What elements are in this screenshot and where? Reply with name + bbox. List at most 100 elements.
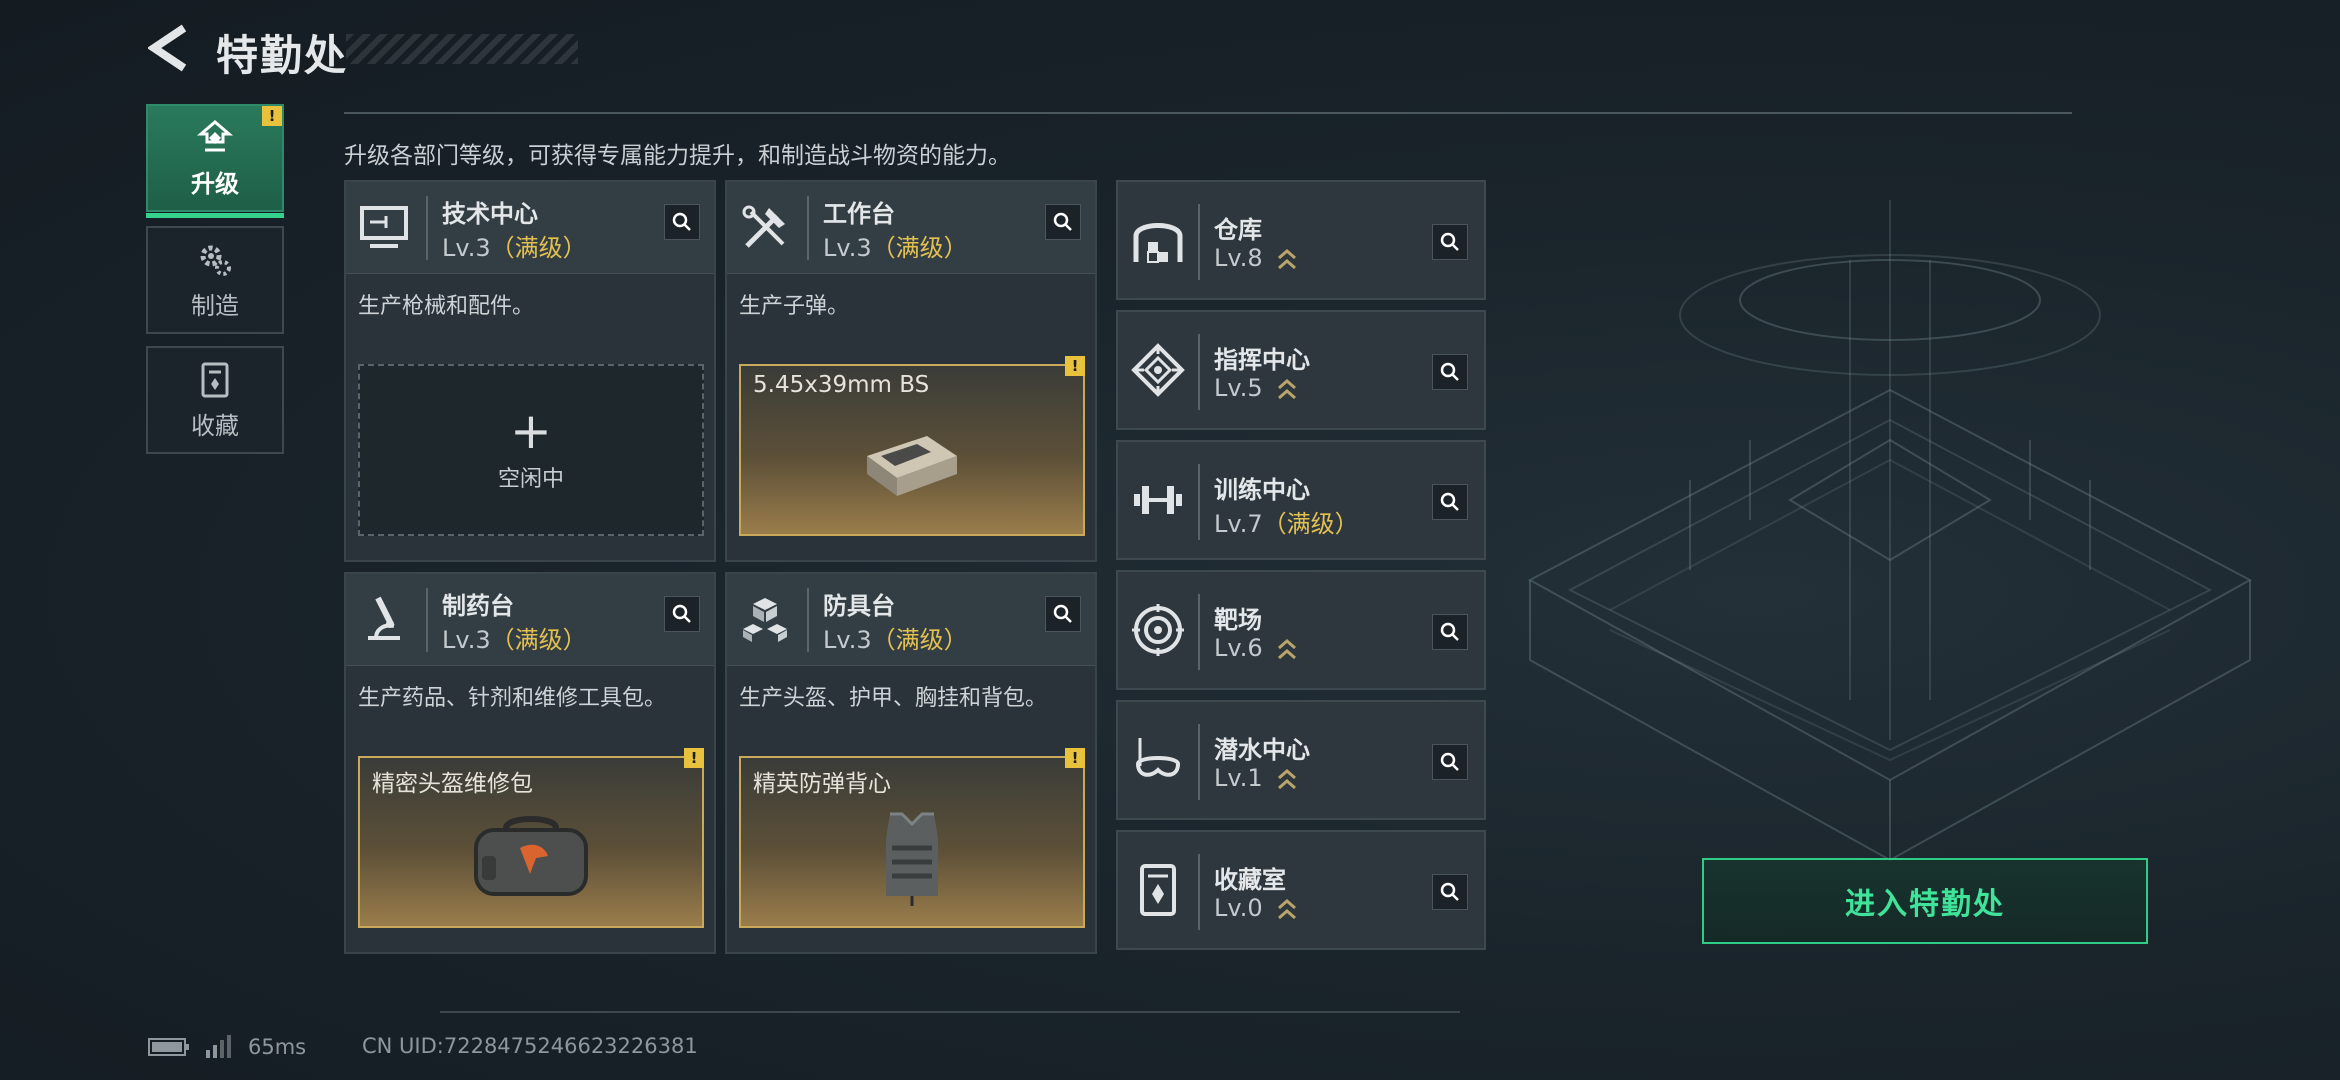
search-icon — [1440, 752, 1459, 771]
production-slot-item[interactable]: 5.45x39mm BS ! — [739, 356, 1085, 536]
facility-name: 潜水中心 — [1214, 736, 1310, 764]
facility-level: Lv.3（满级） — [442, 626, 587, 654]
search-icon — [1440, 492, 1459, 511]
search-icon — [672, 604, 691, 623]
facility-level: Lv.3（满级） — [442, 234, 587, 262]
ping-value: 65ms — [248, 1035, 307, 1059]
separator — [1198, 724, 1200, 800]
production-slot-item[interactable]: 精英防弹背心 ! — [739, 748, 1085, 928]
search-icon — [1440, 362, 1459, 381]
repair-kit-bag-image — [474, 816, 588, 896]
facility-name: 指挥中心 — [1214, 346, 1310, 374]
search-icon — [672, 212, 691, 231]
card-header: 防具台 Lv.3（满级） — [727, 574, 1095, 666]
separator — [807, 588, 809, 652]
facility-name: 仓库 — [1214, 216, 1262, 244]
back-button[interactable] — [146, 24, 190, 72]
tab-upgrade-label: 升级 — [191, 169, 239, 198]
inspect-button[interactable] — [1432, 484, 1468, 520]
computer-icon — [360, 206, 408, 248]
microscope-icon — [368, 596, 400, 640]
facility-name: 防具台 — [823, 592, 895, 620]
facility-card-armor-bench[interactable]: 防具台 Lv.3（满级） 生产头盔、护甲、胸挂和背包。 精英防弹背心 ! — [725, 572, 1097, 954]
facility-card-collection-room[interactable]: 收藏室 Lv.0 — [1116, 830, 1486, 950]
facility-card-dive-center[interactable]: 潜水中心 Lv.1 — [1116, 700, 1486, 820]
upgradeable-chevron-icon — [1278, 639, 1297, 660]
facility-level: Lv.3（满级） — [823, 626, 968, 654]
item-warning-badge: ! — [684, 748, 704, 768]
facility-level: Lv.8 — [1214, 244, 1298, 272]
facility-name: 靶场 — [1214, 606, 1262, 634]
tab-collection-label: 收藏 — [191, 411, 239, 440]
title-decoration — [346, 34, 578, 64]
cubes-icon — [743, 598, 787, 642]
production-slot-empty[interactable]: + 空闲中 — [358, 364, 704, 536]
slot-status-label: 空闲中 — [497, 467, 564, 492]
facility-card-shooting-range[interactable]: 靶场 Lv.6 — [1116, 570, 1486, 690]
separator — [1198, 594, 1200, 670]
search-icon — [1053, 604, 1072, 623]
tab-upgrade[interactable]: 升级 ! — [146, 104, 284, 218]
search-icon — [1440, 232, 1459, 251]
separator — [1198, 204, 1200, 280]
facility-level: Lv.6 — [1214, 634, 1298, 662]
base-blueprint-graphic — [1527, 200, 2253, 862]
item-warning-badge: ! — [1065, 748, 1085, 768]
facility-card-tech-center[interactable]: 技术中心 Lv.3（满级） 生产枪械和配件。 + 空闲中 — [344, 180, 716, 562]
search-icon — [1440, 882, 1459, 901]
back-arrow-icon — [146, 24, 187, 72]
upgradeable-chevron-icon — [1278, 379, 1297, 400]
upgrade-icon — [196, 119, 234, 151]
inspect-button[interactable] — [1432, 354, 1468, 390]
tab-collection[interactable]: 收藏 — [146, 346, 284, 454]
facility-name: 技术中心 — [442, 200, 538, 228]
inspect-button[interactable] — [664, 596, 700, 632]
user-uid: CN UID:7228475246623226381 — [362, 1034, 698, 1058]
facility-level: Lv.7（满级） — [1214, 510, 1359, 538]
tab-craft[interactable]: 制造 — [146, 226, 284, 334]
item-name: 精英防弹背心 — [753, 771, 891, 797]
bottom-divider — [440, 1011, 1460, 1013]
facility-name: 制药台 — [442, 592, 514, 620]
command-emblem-icon — [1131, 343, 1185, 397]
inspect-button[interactable] — [1432, 874, 1468, 910]
tools-icon — [742, 205, 785, 248]
facility-card-pharmacy[interactable]: 制药台 Lv.3（满级） 生产药品、针剂和维修工具包。 精密头盔维修包 ! — [344, 572, 716, 954]
separator — [426, 588, 428, 652]
facility-card-workbench[interactable]: 工作台 Lv.3（满级） 生产子弹。 5.45x39mm BS ! — [725, 180, 1097, 562]
upgradeable-chevron-icon — [1278, 899, 1297, 920]
inspect-button[interactable] — [1432, 224, 1468, 260]
facility-description: 生产头盔、护甲、胸挂和背包。 — [739, 686, 1048, 711]
inspect-button[interactable] — [1045, 204, 1081, 240]
upgradeable-chevron-icon — [1278, 769, 1297, 790]
status-bar: 65ms — [148, 1034, 306, 1060]
armor-vest-image — [886, 812, 938, 906]
facility-level: Lv.1 — [1214, 764, 1298, 792]
facility-card-warehouse[interactable]: 仓库 Lv.8 — [1116, 180, 1486, 300]
enter-special-ops-button[interactable]: 进入特勤处 — [1702, 858, 2148, 944]
separator — [1198, 334, 1200, 410]
target-icon — [1132, 604, 1184, 656]
divider — [344, 112, 2072, 114]
facility-name: 工作台 — [823, 200, 895, 228]
facility-name: 训练中心 — [1214, 476, 1310, 504]
inspect-button[interactable] — [1045, 596, 1081, 632]
facility-description: 生产枪械和配件。 — [358, 294, 535, 319]
inspect-button[interactable] — [664, 204, 700, 240]
signal-icon — [206, 1035, 231, 1058]
facility-card-command-center[interactable]: 指挥中心 Lv.5 — [1116, 310, 1486, 430]
inspect-button[interactable] — [1432, 744, 1468, 780]
tab-craft-label: 制造 — [191, 291, 239, 320]
facility-level: Lv.0 — [1214, 894, 1298, 922]
inspect-button[interactable] — [1432, 614, 1468, 650]
battery-icon — [148, 1038, 189, 1056]
production-slot-item[interactable]: 精密头盔维修包 ! — [358, 748, 704, 928]
page-title: 特勤处 — [216, 31, 349, 80]
dumbbell-icon — [1134, 486, 1182, 514]
item-warning-badge: ! — [1065, 356, 1085, 376]
item-name: 精密头盔维修包 — [372, 771, 533, 797]
facility-card-training-center[interactable]: 训练中心 Lv.7（满级） — [1116, 440, 1486, 560]
upgradeable-chevron-icon — [1278, 249, 1297, 270]
card-header: 技术中心 Lv.3（满级） — [346, 182, 714, 274]
collection-icon — [1140, 864, 1176, 916]
